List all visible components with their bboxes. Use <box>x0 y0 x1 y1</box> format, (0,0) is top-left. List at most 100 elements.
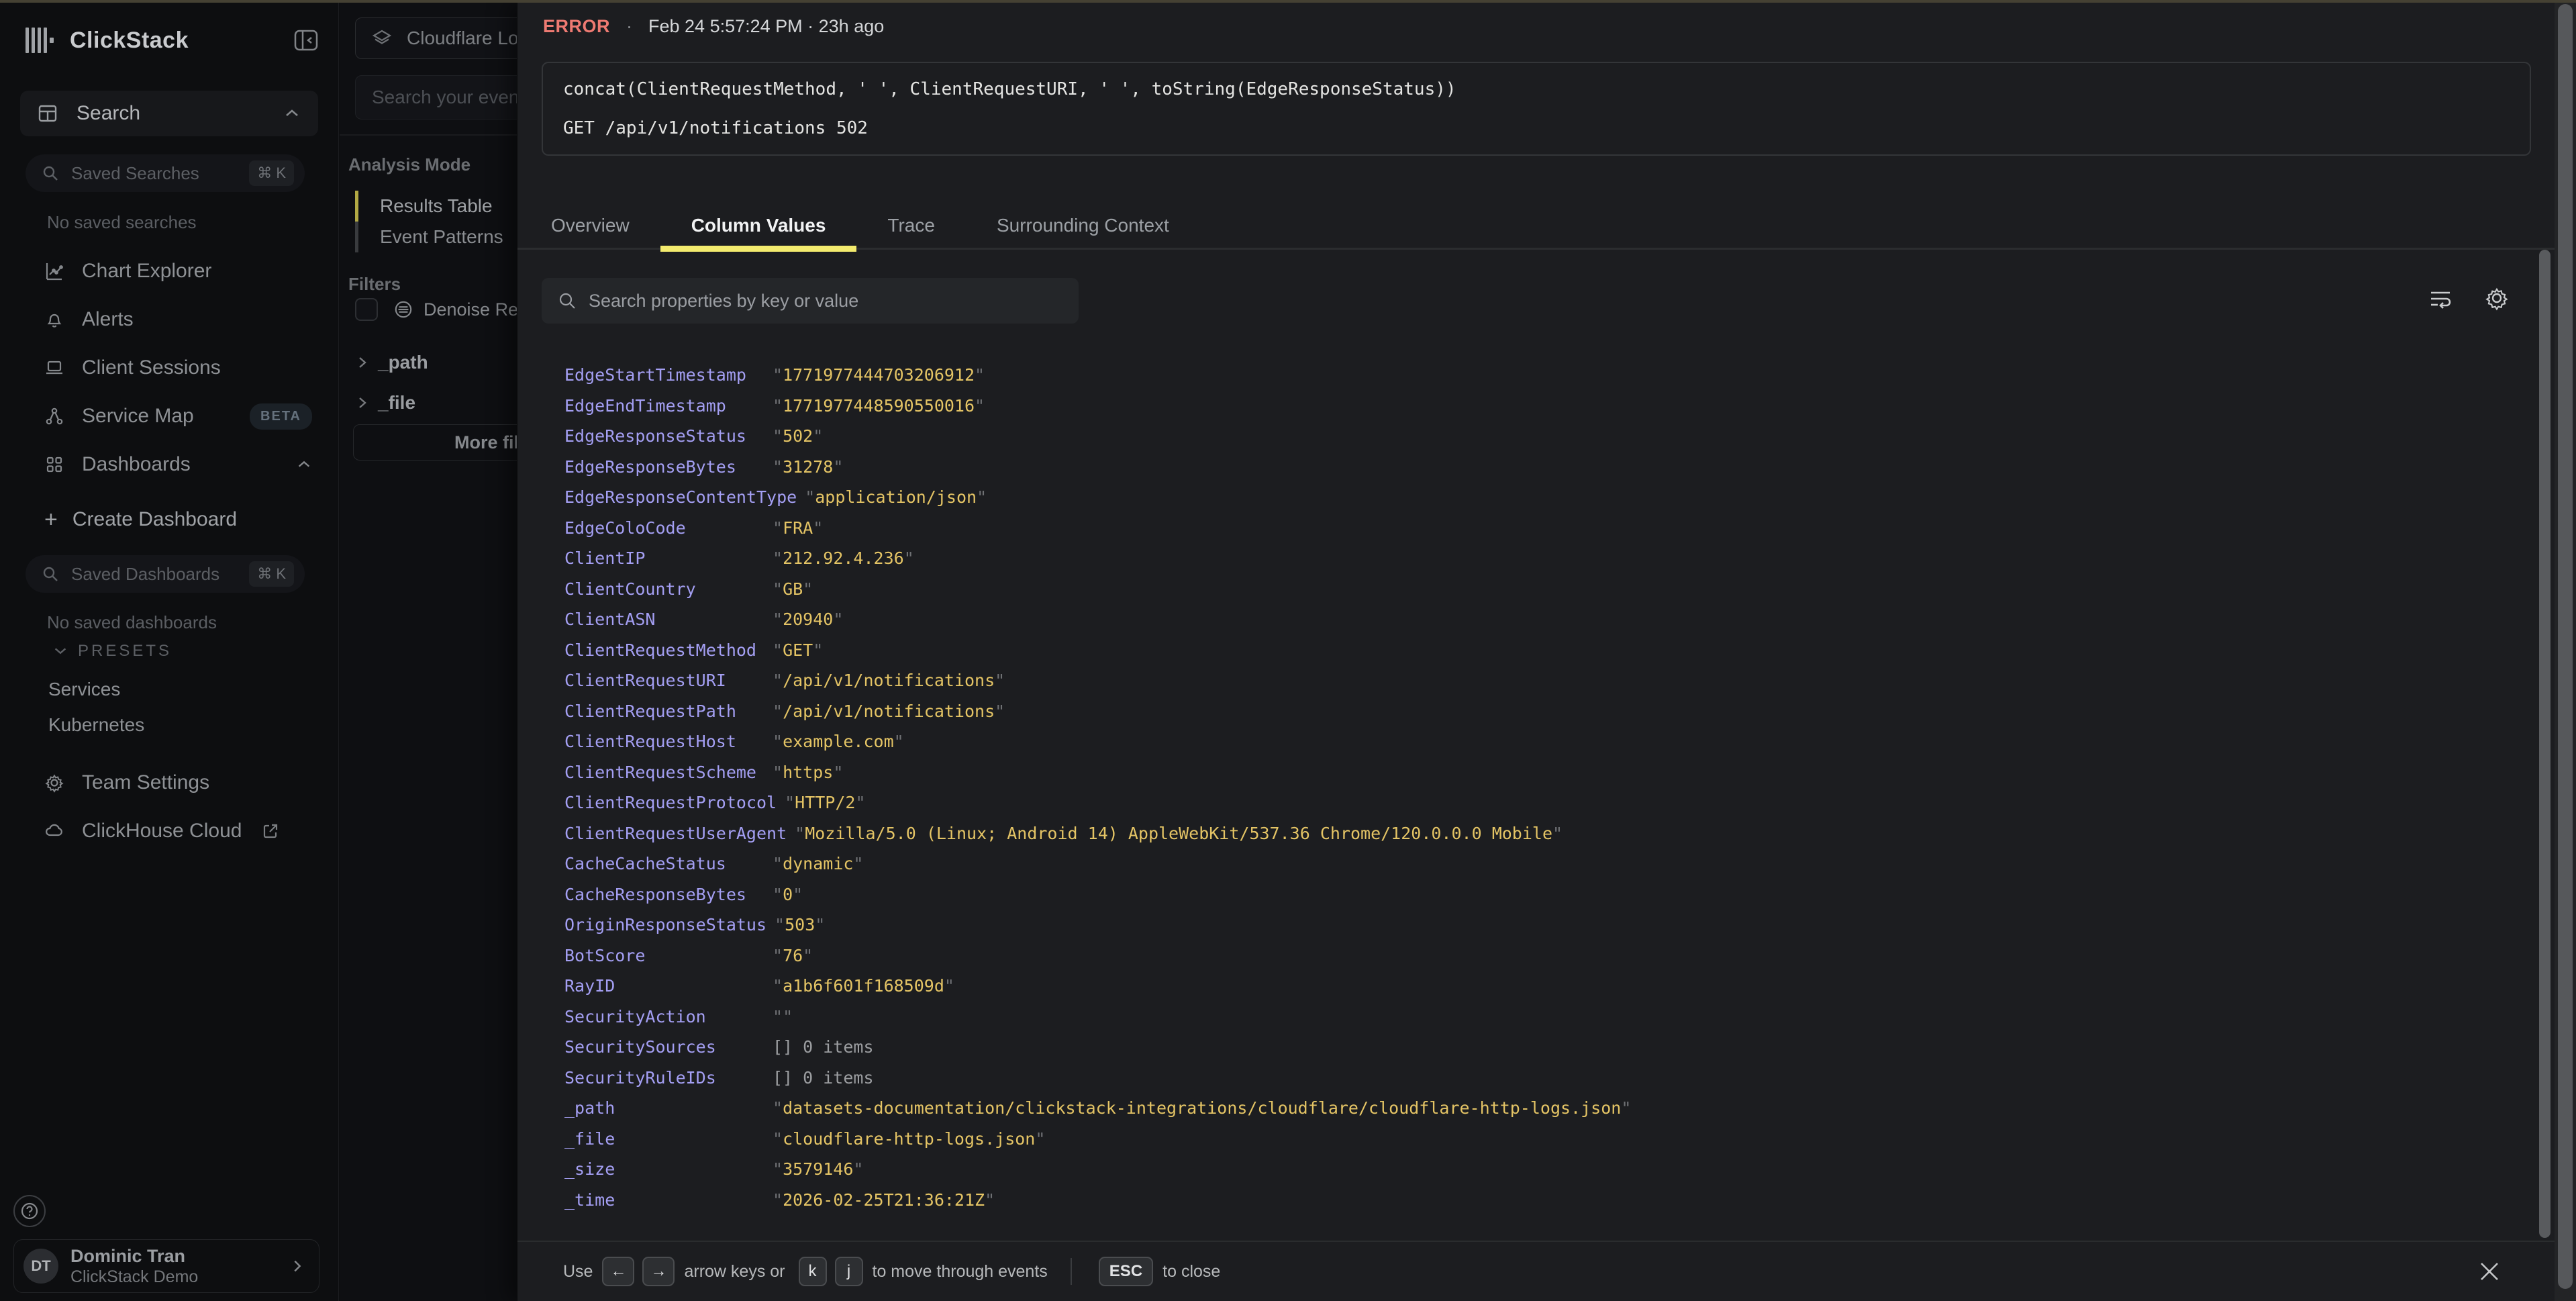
property-value: "GB" <box>773 579 813 599</box>
tab-trace[interactable]: Trace <box>856 203 966 248</box>
analysis-mode-event-patterns[interactable]: Event Patterns <box>355 222 503 252</box>
content-scrollbar[interactable] <box>2539 250 2550 1238</box>
property-row[interactable]: ClientRequestURI"/api/v1/notifications" <box>564 671 2484 702</box>
denoise-checkbox[interactable] <box>355 298 378 321</box>
property-value: "2026-02-25T21:36:21Z" <box>773 1190 995 1210</box>
property-value: "1771977448590550016" <box>773 396 985 416</box>
saved-searches-input[interactable]: Saved Searches ⌘ K <box>26 154 305 192</box>
property-row[interactable]: ClientASN"20940" <box>564 610 2484 640</box>
sidebar-item-label: Chart Explorer <box>82 260 211 283</box>
sidebar-nav: Chart ExplorerAlertsClient SessionsServi… <box>0 247 339 489</box>
esc-key: ESC <box>1099 1257 1153 1286</box>
footer-use-text: Use <box>563 1262 593 1282</box>
property-row[interactable]: ClientRequestHost"example.com" <box>564 732 2484 763</box>
property-row[interactable]: _file"cloudflare-http-logs.json" <box>564 1129 2484 1160</box>
property-row[interactable]: RayID"a1b6f601f168509d" <box>564 976 2484 1007</box>
property-row[interactable]: SecurityRuleIDs[] 0 items <box>564 1068 2484 1099</box>
denoise-icon <box>393 299 414 320</box>
property-row[interactable]: _path"datasets-documentation/clickstack-… <box>564 1098 2484 1129</box>
chart-explorer-icon <box>44 261 64 281</box>
property-row[interactable]: SecurityAction"" <box>564 1007 2484 1038</box>
sidebar-item-team-settings[interactable]: Team Settings <box>0 759 339 807</box>
property-value: "/api/v1/notifications" <box>773 671 1005 690</box>
close-button[interactable] <box>2475 1257 2504 1286</box>
property-row[interactable]: ClientIP"212.92.4.236" <box>564 548 2484 579</box>
filter-field-_file[interactable]: _file <box>355 383 428 423</box>
sidebar-item-clickhouse-cloud[interactable]: ClickHouse Cloud <box>0 807 339 855</box>
property-row[interactable]: ClientRequestMethod"GET" <box>564 640 2484 671</box>
property-value: "GET" <box>773 640 823 660</box>
property-value: "FRA" <box>773 518 823 538</box>
page-scrollbar-thumb[interactable] <box>2558 4 2573 1289</box>
properties-list: EdgeStartTimestamp"1771977444703206912"E… <box>564 365 2484 1220</box>
tab-column-values[interactable]: Column Values <box>660 203 857 248</box>
preset-item-kubernetes[interactable]: Kubernetes <box>48 707 144 742</box>
sidebar-item-chart-explorer[interactable]: Chart Explorer <box>0 247 339 295</box>
property-row[interactable]: BotScore"76" <box>564 946 2484 977</box>
help-button[interactable] <box>13 1195 46 1227</box>
property-key: SecuritySources <box>564 1037 773 1057</box>
saved-dashboards-input[interactable]: Saved Dashboards ⌘ K <box>26 555 305 593</box>
search-icon <box>42 565 59 583</box>
sidebar-item-client-sessions[interactable]: Client Sessions <box>0 344 339 392</box>
property-row[interactable]: ClientRequestPath"/api/v1/notifications" <box>564 702 2484 732</box>
bell-icon <box>44 309 64 330</box>
create-dashboard-button[interactable]: + Create Dashboard <box>44 503 237 536</box>
property-row[interactable]: OriginResponseStatus"503" <box>564 915 2484 946</box>
sidebar-item-service-map[interactable]: Service MapBETA <box>0 392 339 440</box>
property-key: ClientRequestHost <box>564 732 773 751</box>
sidebar-item-alerts[interactable]: Alerts <box>0 295 339 344</box>
gear-icon[interactable] <box>2483 285 2510 311</box>
tab-overview[interactable]: Overview <box>520 203 660 248</box>
properties-search-input[interactable]: Search properties by key or value <box>542 278 1079 324</box>
presets-toggle[interactable]: PRESETS <box>52 642 172 661</box>
property-row[interactable]: _time"2026-02-25T21:36:21Z" <box>564 1190 2484 1221</box>
filter-field-_path[interactable]: _path <box>355 342 428 383</box>
event-detail-panel: ERROR · Feb 24 5:57:24 PM · 23h ago conc… <box>517 3 2555 1301</box>
property-row[interactable]: EdgeEndTimestamp"1771977448590550016" <box>564 396 2484 427</box>
preset-item-services[interactable]: Services <box>48 671 144 707</box>
property-row[interactable]: ClientRequestUserAgent"Mozilla/5.0 (Linu… <box>564 824 2484 855</box>
property-row[interactable]: CacheResponseBytes"0" <box>564 885 2484 916</box>
property-row[interactable]: ClientCountry"GB" <box>564 579 2484 610</box>
analysis-mode-results-table[interactable]: Results Table <box>355 191 503 222</box>
property-key: EdgeStartTimestamp <box>564 365 773 385</box>
presets-label: PRESETS <box>78 642 172 661</box>
close-icon <box>2477 1259 2501 1284</box>
user-card[interactable]: DT Dominic Tran ClickStack Demo <box>13 1239 319 1293</box>
k-key: k <box>799 1257 827 1286</box>
property-value: "a1b6f601f168509d" <box>773 976 954 996</box>
property-row[interactable]: EdgeStartTimestamp"1771977444703206912" <box>564 365 2484 396</box>
sidebar-collapse-icon[interactable] <box>293 27 319 54</box>
event-body-box: concat(ClientRequestMethod, ' ', ClientR… <box>542 62 2531 156</box>
property-row[interactable]: ClientRequestScheme"https" <box>564 763 2484 793</box>
property-value: "Mozilla/5.0 (Linux; Android 14) AppleWe… <box>795 824 1563 843</box>
tab-surrounding-context[interactable]: Surrounding Context <box>966 203 1200 248</box>
footer-divider <box>1071 1258 1072 1285</box>
sidebar-item-label: Service Map <box>82 405 194 428</box>
property-row[interactable]: EdgeResponseStatus"502" <box>564 426 2484 457</box>
sidebar-item-search[interactable]: Search <box>20 91 318 136</box>
property-row[interactable]: _size"3579146" <box>564 1159 2484 1190</box>
create-dashboard-label: Create Dashboard <box>72 508 237 531</box>
property-row[interactable]: EdgeResponseContentType"application/json… <box>564 487 2484 518</box>
property-row[interactable]: ClientRequestProtocol"HTTP/2" <box>564 793 2484 824</box>
property-row[interactable]: SecuritySources[] 0 items <box>564 1037 2484 1068</box>
sidebar-item-label: Alerts <box>82 308 134 331</box>
sidebar-item-dashboards[interactable]: Dashboards <box>0 440 339 489</box>
property-key: SecurityAction <box>564 1007 773 1026</box>
mode-label: Event Patterns <box>380 226 503 248</box>
page-scrollbar-track[interactable] <box>2555 0 2576 1301</box>
property-value: "datasets-documentation/clickstack-integ… <box>773 1098 1631 1118</box>
property-key: EdgeEndTimestamp <box>564 396 773 416</box>
wrap-text-icon[interactable] <box>2427 285 2454 311</box>
denoise-filter-row[interactable]: Denoise Resu <box>355 298 538 321</box>
property-value: "HTTP/2" <box>785 793 865 812</box>
property-row[interactable]: EdgeResponseBytes"31278" <box>564 457 2484 488</box>
property-value: "application/json" <box>805 487 987 507</box>
property-row[interactable]: EdgeColoCode"FRA" <box>564 518 2484 549</box>
separator-dot: · <box>626 16 632 37</box>
filter-field-label: _file <box>378 392 415 414</box>
property-row[interactable]: CacheCacheStatus"dynamic" <box>564 854 2484 885</box>
chevron-up-icon <box>283 105 301 122</box>
